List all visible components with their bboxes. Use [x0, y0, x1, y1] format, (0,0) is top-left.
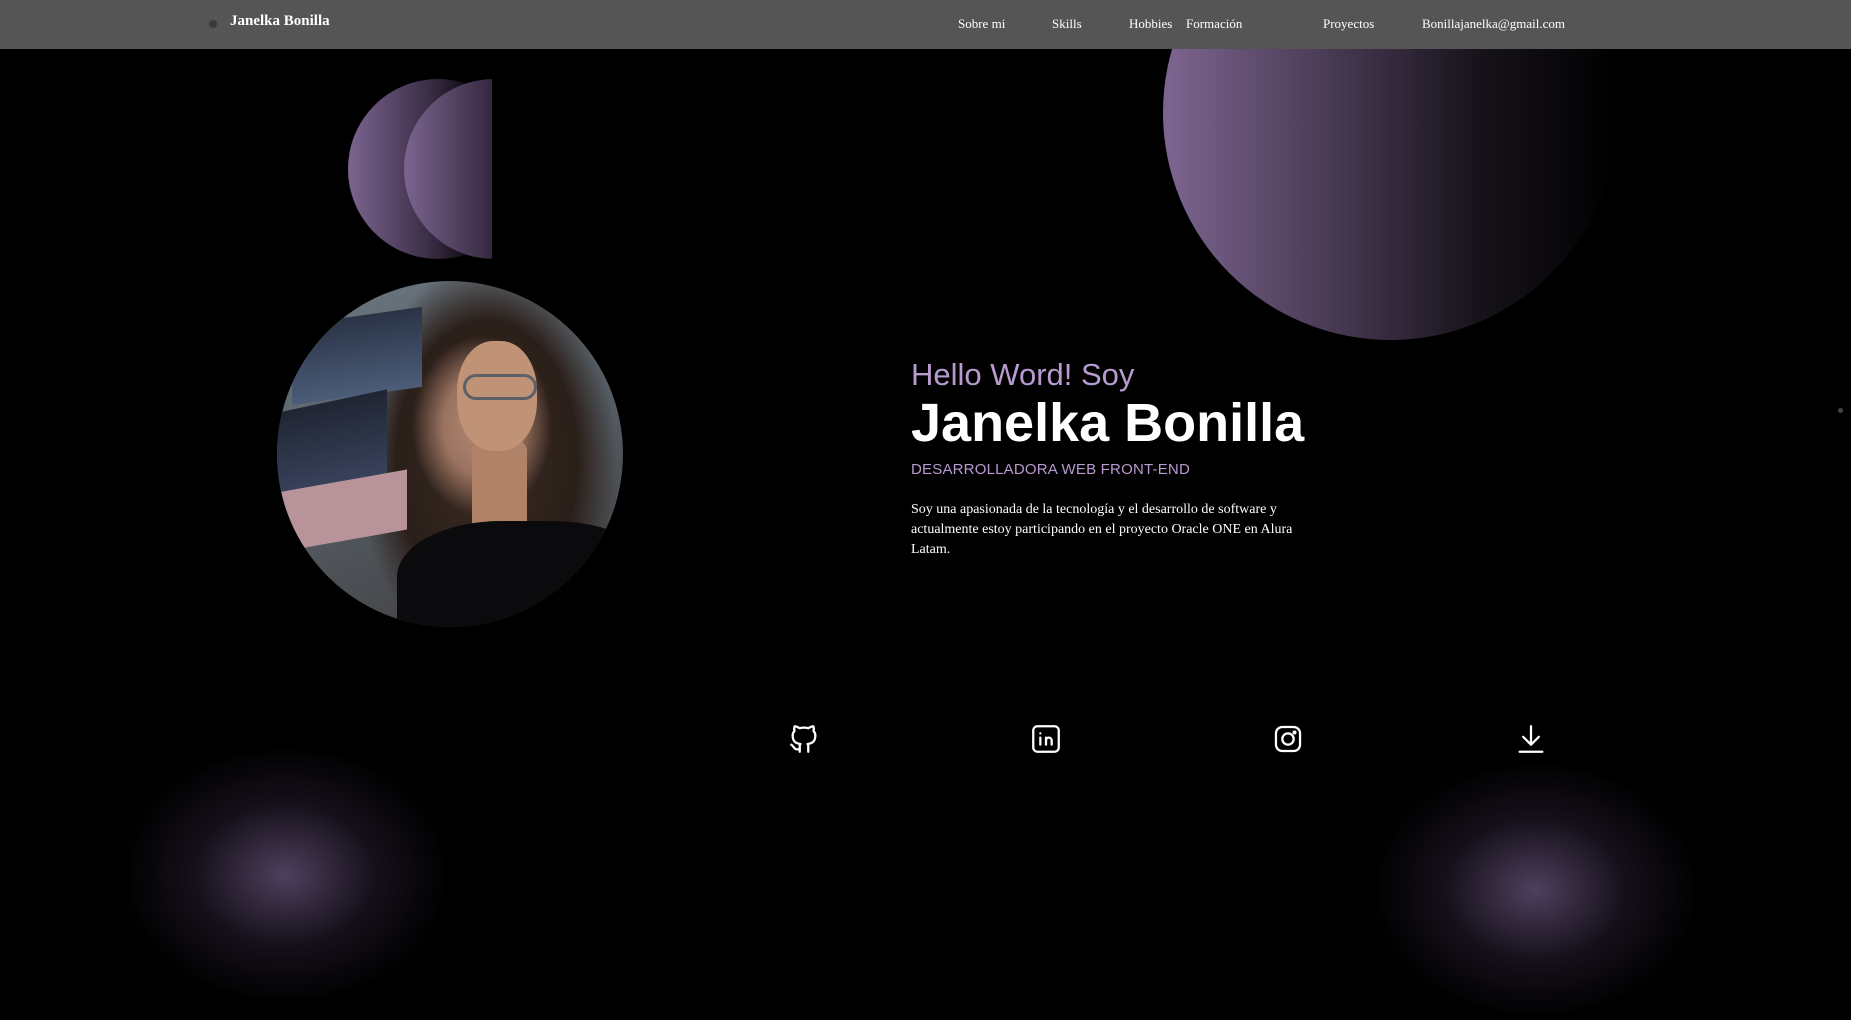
download-icon[interactable]	[1513, 721, 1549, 757]
decorative-mask	[492, 70, 632, 270]
nav-link-formacion[interactable]: Formación	[1186, 16, 1242, 32]
decorative-glow-left	[120, 745, 450, 1005]
hero-name: Janelka Bonilla	[911, 393, 1305, 453]
nav-link-email[interactable]: Bonillajanelka@gmail.com	[1422, 16, 1565, 32]
nav-link-sobre-mi[interactable]: Sobre mi	[958, 16, 1005, 32]
github-icon[interactable]	[786, 721, 822, 757]
hero-section: Hello Word! Soy Janelka Bonilla DESARROL…	[911, 355, 1471, 560]
photo-glasses	[463, 374, 537, 400]
nav-links: Sobre mi Skills Hobbies Formación Proyec…	[0, 16, 1851, 36]
hero-bio: Soy una apasionada de la tecnología y el…	[911, 502, 1293, 557]
top-navbar: Janelka Bonilla Sobre mi Skills Hobbies …	[0, 0, 1851, 49]
decorative-glow-right	[1370, 760, 1700, 1020]
linkedin-icon[interactable]	[1028, 721, 1064, 757]
photo-monitor	[292, 306, 422, 406]
photo-neck	[472, 441, 527, 531]
instagram-icon[interactable]	[1270, 721, 1306, 757]
nav-link-proyectos[interactable]: Proyectos	[1323, 16, 1374, 32]
photo-shirt	[397, 521, 623, 627]
nav-link-hobbies[interactable]: Hobbies	[1129, 16, 1172, 32]
social-links	[0, 721, 1851, 761]
hero-role: DESARROLLADORA WEB FRONT-END	[911, 461, 1190, 478]
nav-link-skills[interactable]: Skills	[1052, 16, 1082, 32]
scroll-indicator-dot	[1838, 408, 1843, 413]
profile-photo	[277, 281, 623, 627]
hero-greeting: Hello Word! Soy	[911, 357, 1135, 392]
decorative-sphere-large	[1163, 0, 1618, 340]
